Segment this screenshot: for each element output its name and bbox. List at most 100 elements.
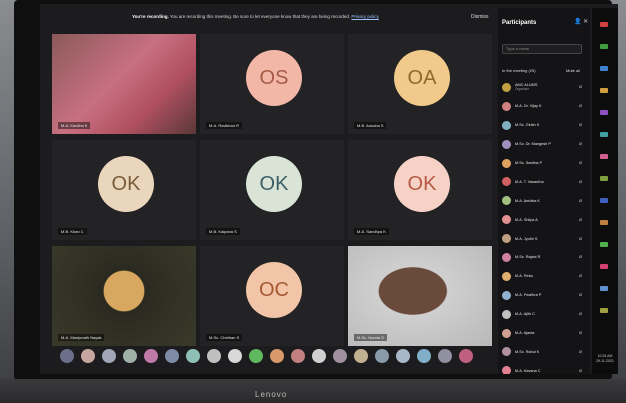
participant-row[interactable]: M.Sc. Rajani R ⌀ — [502, 248, 588, 267]
mic-muted-icon[interactable]: ⌀ — [579, 122, 582, 128]
mic-muted-icon[interactable]: ⌀ — [579, 330, 582, 336]
toolbar-button[interactable] — [459, 349, 473, 363]
participant-row[interactable]: M.A. Dr. Vijay K ⌀ — [502, 97, 588, 116]
toolbar-button[interactable] — [60, 349, 74, 363]
mic-muted-icon[interactable]: ⌀ — [579, 311, 582, 317]
participant-name-text: M.A. Kavana C — [515, 368, 541, 373]
participant-row[interactable]: M.A. Reka ⌀ — [502, 267, 588, 286]
toolbar-button[interactable] — [333, 349, 347, 363]
toolbar-button[interactable] — [228, 349, 242, 363]
participant-avatar: OS — [246, 50, 302, 106]
participant-row[interactable]: M.A. Ambika K ⌀ — [502, 191, 588, 210]
toolbar-button[interactable] — [270, 349, 284, 363]
toolbar-button[interactable] — [165, 349, 179, 363]
toolbar-button[interactable] — [438, 349, 452, 363]
participant-tile[interactable]: OC M.Sc. Chethan S — [200, 246, 344, 346]
taskbar-app-icon[interactable] — [600, 176, 608, 181]
dismiss-button[interactable]: Dismiss — [471, 14, 489, 20]
taskbar-app-icon[interactable] — [600, 110, 608, 115]
mic-muted-icon[interactable]: ⌀ — [579, 198, 582, 204]
participant-name: AMC ALUMS Organiser — [515, 83, 573, 91]
taskbar-app-icon[interactable] — [600, 66, 608, 71]
mic-muted-icon[interactable]: ⌀ — [579, 292, 582, 298]
participant-name-label: M.Sc. Chethan S — [206, 334, 243, 341]
toolbar-button[interactable] — [312, 349, 326, 363]
participant-row[interactable]: M.A. Kavana C ⌀ — [502, 361, 588, 374]
participant-name-text: M.A. Pavithra P — [515, 293, 542, 298]
toolbar-button[interactable] — [291, 349, 305, 363]
participant-row[interactable]: M.Sc. Rahul K ⌀ — [502, 342, 588, 361]
participant-name-label: M.B. Anusha S — [354, 122, 387, 129]
mic-muted-icon[interactable]: ⌀ — [579, 349, 582, 355]
toolbar-button[interactable] — [102, 349, 116, 363]
participant-name: M.A. Jyothi S — [515, 237, 573, 241]
participant-row[interactable]: M.Sc. Savitha P ⌀ — [502, 154, 588, 173]
mic-muted-icon[interactable]: ⌀ — [579, 368, 582, 374]
mic-muted-icon[interactable]: ⌀ — [579, 217, 582, 223]
mic-muted-icon[interactable]: ⌀ — [579, 236, 582, 242]
participant-name: M.A. Ajith C — [515, 312, 573, 316]
add-person-icon[interactable]: 👤 ✕ — [574, 18, 588, 25]
toolbar-button[interactable] — [417, 349, 431, 363]
toolbar-button[interactable] — [144, 349, 158, 363]
taskbar-app-icon[interactable] — [600, 308, 608, 313]
participant-row[interactable]: M.A. Ajanta ⌀ — [502, 324, 588, 343]
toolbar-button[interactable] — [396, 349, 410, 363]
participant-tile[interactable]: M.Sc. Nanda S — [348, 246, 492, 346]
mic-muted-icon[interactable]: ⌀ — [579, 273, 582, 279]
participant-row[interactable]: M.Sc. Dr. Mangesh P ⌀ — [502, 135, 588, 154]
mute-all-button[interactable]: Mute all — [566, 68, 580, 73]
participant-video — [52, 34, 196, 134]
mic-muted-icon[interactable]: ⌀ — [579, 84, 582, 90]
participant-tile[interactable]: M.A. Manjunath Nayak — [52, 246, 196, 346]
participant-tile[interactable]: OS M.A. Ravikiran R — [200, 34, 344, 134]
participant-name-label: M.A. Manjunath Nayak — [58, 334, 105, 341]
participant-name-text: M.A. Shilpa A — [515, 217, 538, 222]
taskbar-app-icon[interactable] — [600, 154, 608, 159]
participant-row[interactable]: M.A. Jyothi S ⌀ — [502, 229, 588, 248]
participant-avatar — [502, 139, 511, 149]
taskbar-app-icon[interactable] — [600, 22, 608, 27]
participant-row[interactable]: M.A. Ajith C ⌀ — [502, 305, 588, 324]
taskbar-app-icon[interactable] — [600, 264, 608, 269]
privacy-policy-link[interactable]: Privacy policy — [351, 14, 379, 19]
participant-name-text: M.A. Ajanta — [515, 331, 535, 336]
mic-muted-icon[interactable]: ⌀ — [579, 103, 582, 109]
participant-row[interactable]: AMC ALUMS Organiser ⌀ — [502, 78, 588, 97]
mic-muted-icon[interactable]: ⌀ — [579, 179, 582, 185]
participant-row[interactable]: M.A. Pavithra P ⌀ — [502, 286, 588, 305]
toolbar-button[interactable] — [186, 349, 200, 363]
participant-avatar — [502, 290, 511, 300]
taskbar-app-icon[interactable] — [600, 88, 608, 93]
taskbar-app-icon[interactable] — [600, 286, 608, 291]
participant-row[interactable]: M.A. T. Vasantha ⌀ — [502, 172, 588, 191]
participant-row[interactable]: M.A. Shilpa A ⌀ — [502, 210, 588, 229]
participant-tile[interactable]: OK M.B. Kalpana S — [200, 140, 344, 240]
participant-tile[interactable]: OK M.B. Kiran C — [52, 140, 196, 240]
participant-name-text: M.Sc. Dr. Mangesh P — [515, 142, 551, 147]
participant-avatar: OA — [394, 50, 450, 106]
mic-muted-icon[interactable]: ⌀ — [579, 160, 582, 166]
toolbar-button[interactable] — [123, 349, 137, 363]
taskbar-app-icon[interactable] — [600, 242, 608, 247]
toolbar-button[interactable] — [354, 349, 368, 363]
taskbar-app-icon[interactable] — [600, 132, 608, 137]
participant-tile[interactable]: OK M.A. Sandhya K — [348, 140, 492, 240]
toolbar-button[interactable] — [249, 349, 263, 363]
participant-row[interactable]: M.Sc. Girish K ⌀ — [502, 116, 588, 135]
taskbar-app-icon[interactable] — [600, 220, 608, 225]
participant-name: M.Sc. Rahul K — [515, 350, 573, 354]
participant-search-input[interactable]: Type a name — [502, 44, 582, 54]
desk-surface: Lenovo — [0, 379, 626, 403]
taskbar-app-icon[interactable] — [600, 44, 608, 49]
participant-name: M.Sc. Girish K — [515, 123, 573, 127]
taskbar-app-icon[interactable] — [600, 198, 608, 203]
participant-name: M.A. Ajanta — [515, 331, 573, 335]
participant-tile[interactable]: M.A. Kavitha K — [52, 34, 196, 134]
toolbar-button[interactable] — [81, 349, 95, 363]
participant-tile[interactable]: OA M.B. Anusha S — [348, 34, 492, 134]
mic-muted-icon[interactable]: ⌀ — [579, 254, 582, 260]
toolbar-button[interactable] — [375, 349, 389, 363]
toolbar-button[interactable] — [207, 349, 221, 363]
mic-muted-icon[interactable]: ⌀ — [579, 141, 582, 147]
